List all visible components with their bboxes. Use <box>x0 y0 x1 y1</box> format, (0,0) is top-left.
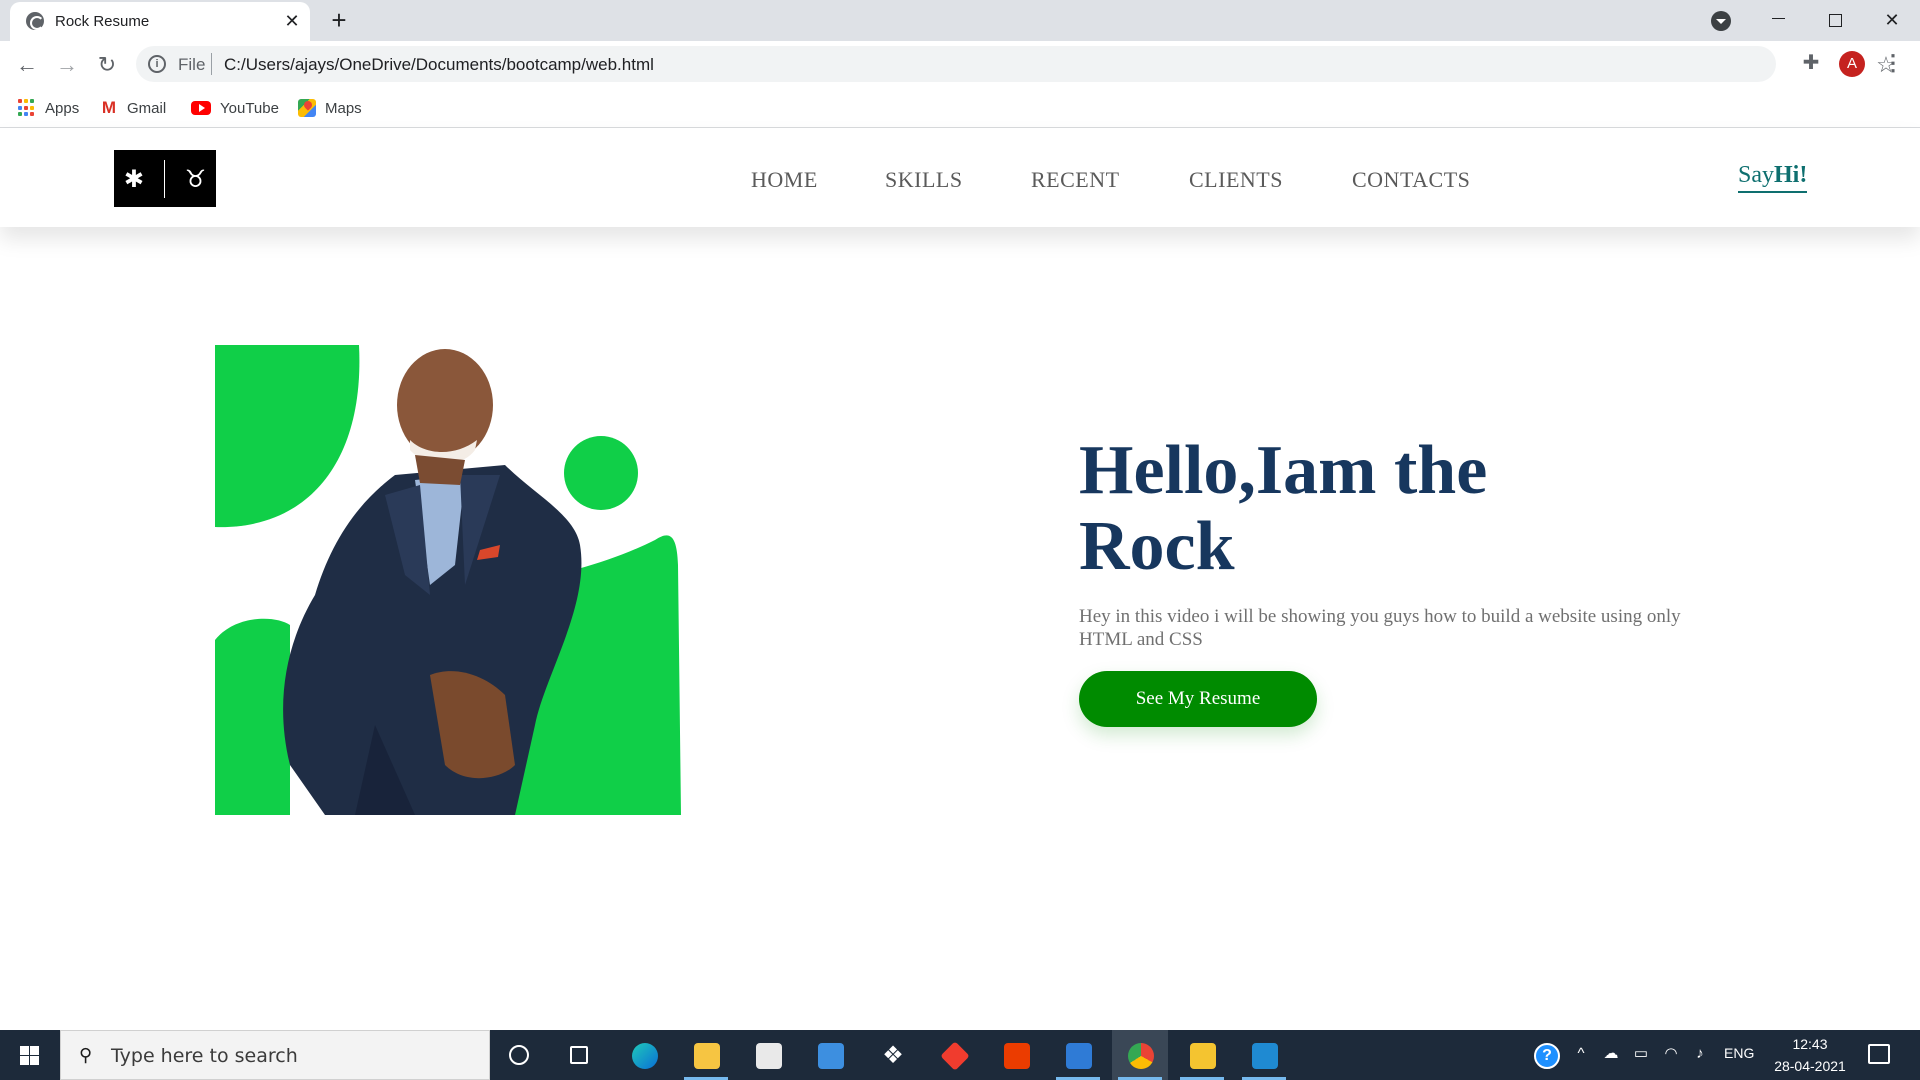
say-hi-link[interactable]: SayHi! <box>1738 162 1808 193</box>
gmail-icon: M <box>101 98 117 117</box>
tab-search-icon[interactable] <box>1711 11 1731 31</box>
hero-title: Hello,Iam the Rock <box>1079 432 1488 585</box>
cortana-icon[interactable] <box>491 1030 547 1080</box>
chevron-up-icon[interactable]: ^ <box>1571 1044 1591 1064</box>
file-explorer-icon[interactable] <box>678 1030 734 1080</box>
tab-strip: Rock Resume ✕ + ✕ <box>0 0 1920 41</box>
store-icon[interactable] <box>740 1030 796 1080</box>
volume-icon[interactable]: ♪ <box>1690 1044 1710 1064</box>
browser-tab[interactable]: Rock Resume ✕ <box>10 2 310 41</box>
notes-icon[interactable] <box>1174 1030 1230 1080</box>
more-menu-icon[interactable]: ⋮ <box>1880 50 1906 76</box>
dropbox-icon[interactable]: ❖ <box>864 1030 920 1080</box>
bookmark-label: Gmail <box>127 99 167 117</box>
edge-icon[interactable] <box>616 1030 672 1080</box>
git-icon[interactable] <box>926 1030 982 1080</box>
apps-grid-icon <box>18 99 36 117</box>
vscode-icon[interactable] <box>1236 1030 1292 1080</box>
close-window-button[interactable]: ✕ <box>1872 4 1912 36</box>
hero-image <box>215 345 681 815</box>
nav-recent[interactable]: RECENT <box>1031 167 1120 193</box>
url-scheme: File <box>178 55 206 74</box>
site-header: ✱ ♉ HOME SKILLS RECENT CLIENTS CONTACTS … <box>0 128 1920 227</box>
nav-skills[interactable]: SKILLS <box>885 167 963 193</box>
search-placeholder: Type here to search <box>111 1045 298 1067</box>
youtube-icon <box>191 101 211 115</box>
hero-subtitle: Hey in this video i will be showing you … <box>1079 606 1681 650</box>
bookmark-label: Apps <box>45 99 80 117</box>
notification-icon[interactable] <box>1868 1044 1890 1064</box>
extensions-puzzle-icon[interactable]: ✚ <box>1798 50 1824 76</box>
nav-home[interactable]: HOME <box>751 167 818 193</box>
wifi-icon[interactable]: ◠ <box>1661 1044 1681 1064</box>
url-separator <box>211 53 212 75</box>
chrome-icon[interactable] <box>1112 1030 1168 1080</box>
task-view-icon[interactable] <box>551 1030 607 1080</box>
clock-time[interactable]: 12:43 <box>1760 1036 1860 1052</box>
say-hi-bold: Hi! <box>1774 162 1808 188</box>
bookmarks-bar: Apps M Gmail YouTube Maps <box>0 88 1920 128</box>
clock-date[interactable]: 28-04-2021 <box>1760 1058 1860 1074</box>
info-icon[interactable]: i <box>148 55 166 73</box>
hero-shape-circle <box>564 436 638 510</box>
logo-divider <box>163 159 165 198</box>
under-armour-logo-icon: ✱ <box>123 164 144 193</box>
help-icon[interactable]: ? <box>1534 1043 1560 1069</box>
nav-clients[interactable]: CLIENTS <box>1189 167 1283 193</box>
browser-toolbar: ← → ↻ i File C:/Users/ajays/OneDrive/Doc… <box>0 41 1920 88</box>
nav-contacts[interactable]: CONTACTS <box>1352 167 1470 193</box>
bookmark-maps[interactable]: Maps <box>298 96 362 120</box>
onedrive-cloud-icon[interactable]: ☁ <box>1601 1044 1621 1064</box>
new-tab-button[interactable]: + <box>325 6 353 34</box>
battery-icon[interactable]: ▭ <box>1631 1044 1651 1064</box>
windows-taskbar: ⚲ Type here to search ❖ ? ^ ☁ ▭ ◠ ♪ ENG … <box>0 1030 1920 1080</box>
hero-shape-bottom <box>215 618 290 815</box>
bookmark-gmail[interactable]: M Gmail <box>100 96 166 120</box>
hero-shape-top-left <box>215 345 360 528</box>
bookmark-youtube[interactable]: YouTube <box>191 96 279 120</box>
restore-button[interactable] <box>1814 4 1854 36</box>
close-tab-button[interactable]: ✕ <box>280 9 304 33</box>
photos-icon[interactable] <box>1050 1030 1106 1080</box>
bookmark-label: Maps <box>325 99 362 117</box>
globe-icon <box>26 12 44 30</box>
language-indicator[interactable]: ENG <box>1724 1045 1754 1061</box>
forward-arrow-icon[interactable]: → <box>53 51 81 79</box>
maps-icon <box>298 99 316 117</box>
tab-title: Rock Resume <box>55 13 150 30</box>
search-icon: ⚲ <box>79 1045 93 1065</box>
bookmark-apps[interactable]: Apps <box>18 96 79 120</box>
address-bar[interactable]: i File C:/Users/ajays/OneDrive/Documents… <box>136 46 1896 82</box>
bookmark-label: YouTube <box>220 99 279 117</box>
bull-logo-icon: ♉ <box>184 164 207 193</box>
see-resume-button[interactable]: See My Resume <box>1079 671 1317 727</box>
office-icon[interactable] <box>988 1030 1044 1080</box>
reload-icon[interactable]: ↻ <box>93 51 121 79</box>
minimize-button[interactable] <box>1758 4 1798 36</box>
url-text[interactable]: C:/Users/ajays/OneDrive/Documents/bootca… <box>224 55 654 75</box>
back-arrow-icon[interactable]: ← <box>13 51 41 79</box>
taskbar-search-input[interactable]: ⚲ Type here to search <box>60 1030 490 1080</box>
profile-avatar[interactable]: A <box>1839 51 1865 77</box>
start-button[interactable] <box>0 1030 60 1080</box>
say-hi-prefix: Say <box>1738 162 1774 188</box>
site-logo[interactable]: ✱ ♉ <box>114 150 216 207</box>
mail-icon[interactable] <box>802 1030 858 1080</box>
